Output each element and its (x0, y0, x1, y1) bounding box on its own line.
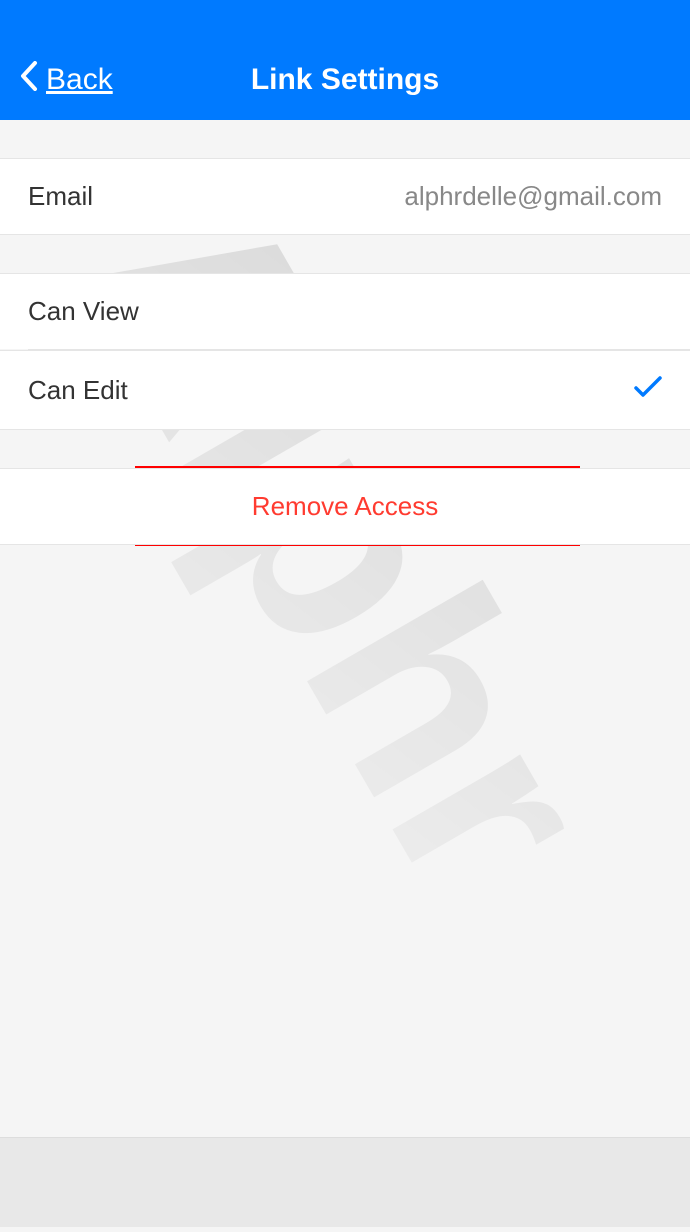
email-row: Email alphrdelle@gmail.com (0, 158, 690, 235)
page-title: Link Settings (251, 63, 439, 97)
can-view-label: Can View (28, 296, 139, 327)
header-bar: Back Link Settings (0, 0, 690, 120)
checkmark-icon (634, 373, 662, 407)
remove-access-label: Remove Access (252, 491, 438, 521)
email-value: alphrdelle@gmail.com (404, 181, 662, 212)
can-edit-row[interactable]: Can Edit (0, 350, 690, 430)
back-button[interactable]: Back (20, 61, 113, 99)
can-edit-label: Can Edit (28, 375, 128, 406)
email-label: Email (28, 181, 93, 212)
chevron-left-icon (20, 61, 38, 99)
back-label: Back (46, 63, 113, 97)
can-view-row[interactable]: Can View (0, 273, 690, 349)
remove-access-button[interactable]: Remove Access (0, 468, 690, 545)
bottom-bar (0, 1137, 690, 1227)
